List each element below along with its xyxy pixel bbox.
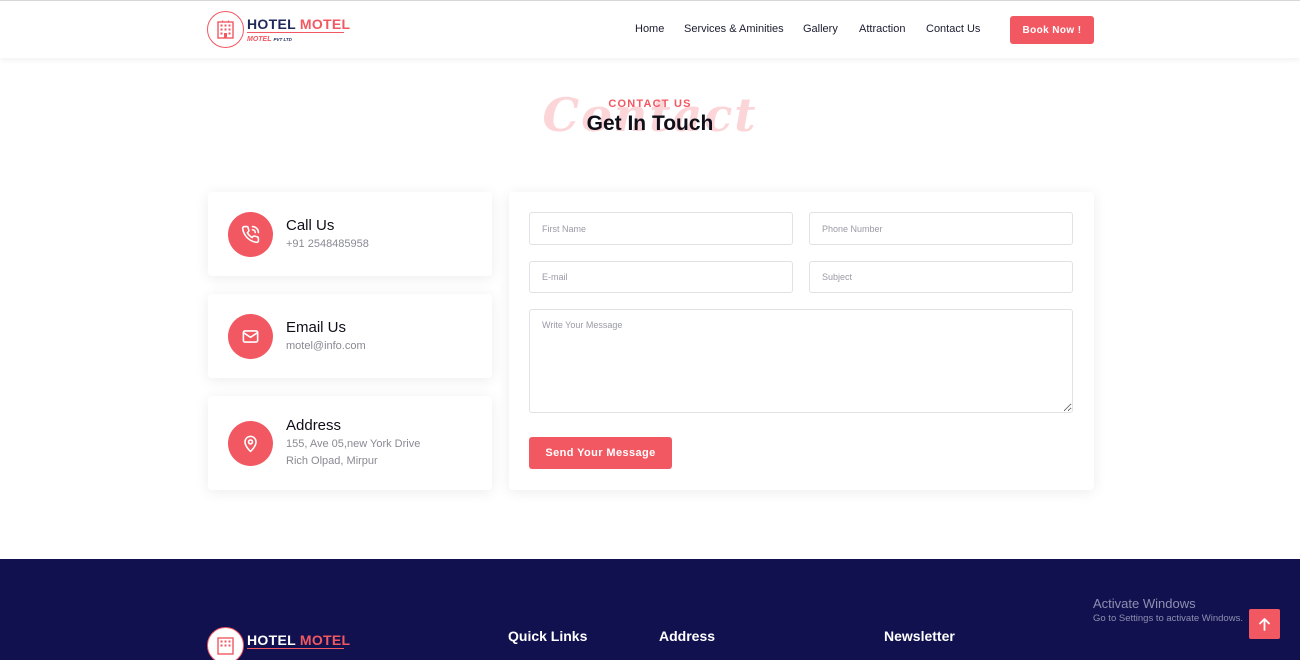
brand-word-1: HOTEL — [247, 16, 296, 32]
subject-input[interactable] — [809, 261, 1073, 293]
hotel-building-icon — [207, 11, 244, 48]
brand-word-2: MOTEL — [299, 16, 351, 32]
brand-name: HOTEL MOTEL — [247, 16, 350, 32]
footer-brand-rule — [247, 648, 344, 649]
nav-attraction[interactable]: Attraction — [859, 23, 905, 35]
brand-rule — [247, 32, 344, 33]
arrow-up-icon — [1259, 618, 1270, 631]
contact-card-address: Address 155, Ave 05,new York Drive Rich … — [208, 396, 492, 490]
contact-card-title: Email Us — [286, 319, 347, 336]
contact-card-email: Email Us motel@info.com — [208, 294, 492, 378]
site-header: HOTEL MOTEL MOTEL PVT LTD Home Services &… — [0, 1, 1300, 58]
brand-subtitle: MOTEL PVT LTD — [247, 36, 292, 43]
footer-brand-word-2: MOTEL — [299, 632, 351, 648]
message-textarea[interactable] — [529, 309, 1073, 413]
hotel-building-icon — [207, 627, 244, 660]
brand-logo[interactable]: HOTEL MOTEL MOTEL PVT LTD — [207, 11, 357, 49]
section-kicker: CONTACT US — [608, 98, 692, 110]
mail-icon — [228, 314, 273, 359]
address-line-2: Rich Olpad, Mirpur — [286, 455, 378, 467]
phone-number: +91 2548485958 — [286, 238, 369, 250]
footer-heading-quick-links: Quick Links — [508, 628, 588, 644]
phone-number-input[interactable] — [809, 212, 1073, 245]
section-title: Contact CONTACT US Get In Touch — [450, 88, 850, 148]
send-message-button[interactable]: Send Your Message — [529, 437, 672, 469]
nav-home[interactable]: Home — [635, 23, 664, 35]
footer-heading-newsletter: Newsletter — [884, 628, 955, 644]
brand-sub: MOTEL — [247, 36, 272, 43]
book-now-button[interactable]: Book Now ! — [1010, 16, 1094, 44]
location-pin-icon — [228, 421, 273, 466]
contact-form: Send Your Message — [509, 192, 1094, 490]
nav-services[interactable]: Services & Aminities — [684, 23, 784, 35]
footer-brand-logo[interactable]: HOTEL MOTEL — [207, 627, 357, 660]
brand-sub-small: PVT LTD — [273, 37, 292, 42]
footer-heading-address: Address — [659, 628, 716, 644]
email-input[interactable] — [529, 261, 793, 293]
nav-contact[interactable]: Contact Us — [926, 23, 980, 35]
footer-brand-name: HOTEL MOTEL — [247, 632, 350, 648]
contact-card-call: Call Us +91 2548485958 — [208, 192, 492, 276]
contact-card-title: Address — [286, 417, 342, 434]
first-name-input[interactable] — [529, 212, 793, 245]
contact-card-title: Call Us — [286, 217, 335, 234]
phone-icon — [228, 212, 273, 257]
email-address: motel@info.com — [286, 340, 366, 352]
nav-gallery[interactable]: Gallery — [803, 23, 838, 35]
footer-brand-word-1: HOTEL — [247, 632, 296, 648]
page-title: Get In Touch — [586, 112, 714, 135]
scroll-to-top-button[interactable] — [1249, 609, 1280, 639]
address-line-1: 155, Ave 05,new York Drive — [286, 438, 421, 450]
